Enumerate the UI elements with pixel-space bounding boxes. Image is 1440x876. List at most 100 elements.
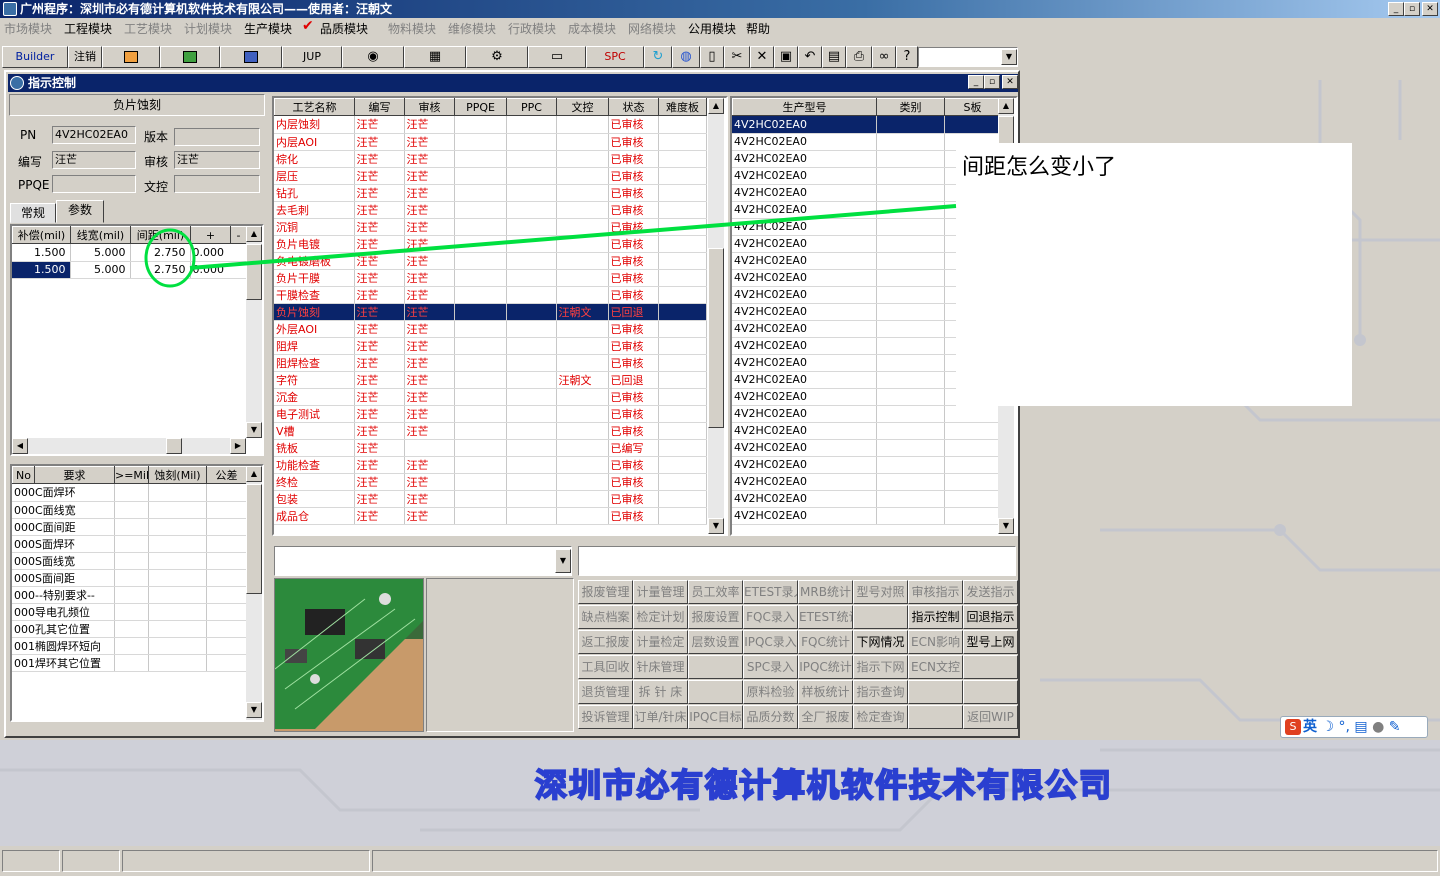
menu-item-11[interactable]: 公用模块 [688,20,736,37]
function-button[interactable]: 审核指示 [908,580,963,604]
process-writer[interactable]: 汪芒 [354,218,405,236]
req-empty-cell[interactable] [206,535,247,553]
process-status[interactable]: 已审核 [608,456,659,474]
chevron-down-icon[interactable]: ▼ [555,549,571,573]
database-button[interactable]: ▦ [404,46,466,68]
function-button[interactable]: FQC统计 [798,630,853,654]
req-empty-cell[interactable] [148,654,207,672]
reviewer-field[interactable]: 汪芒 [174,151,260,169]
logout-button[interactable]: 注销 [68,46,102,68]
model-code[interactable]: 4V2HC02EA0 [732,337,877,355]
req-cell[interactable]: 000C面焊环 [12,484,115,502]
process-difficulty[interactable] [658,303,707,321]
ime-lang[interactable]: 英 [1303,719,1317,735]
process-difficulty[interactable] [658,473,707,491]
function-button[interactable]: 工具回收 [578,655,633,679]
req-empty-cell[interactable] [206,501,247,519]
process-reviewer[interactable]: 汪芒 [404,337,455,355]
model-sboard[interactable] [944,456,1001,474]
process-difficulty[interactable] [658,201,707,219]
model-category[interactable] [876,473,945,491]
process-writer[interactable]: 汪芒 [354,167,405,185]
req-cell[interactable]: 000孔其它位置 [12,620,115,638]
model-category[interactable] [876,133,945,151]
req-empty-cell[interactable] [148,552,207,570]
process-difficulty[interactable] [658,354,707,372]
req-cell[interactable]: 000S面线宽 [12,552,115,570]
function-button[interactable]: 全厂报废 [798,705,853,729]
table-row[interactable]: 4V2HC02EA0 [732,116,1001,134]
function-button[interactable]: 报废管理 [578,580,633,604]
model-col-header[interactable]: S板 [944,98,1001,116]
process-status[interactable]: 已回退 [608,371,659,389]
param-col-header[interactable]: 间距(mil) [130,226,191,244]
process-name[interactable]: 层压 [274,167,355,185]
req-cell[interactable]: 001椭圆焊环短向 [12,637,115,655]
process-ppc[interactable] [506,320,557,338]
table-row[interactable]: 4V2HC02EA0 [732,456,1001,474]
model-category[interactable] [876,490,945,508]
req-empty-cell[interactable] [206,654,247,672]
model-category[interactable] [876,286,945,304]
model-sboard[interactable] [944,422,1001,440]
process-name[interactable]: 负片干膜 [274,269,355,287]
table-row[interactable]: 000S面间距 [12,569,247,587]
model-code[interactable]: 4V2HC02EA0 [732,286,877,304]
model-code[interactable]: 4V2HC02EA0 [732,405,877,423]
process-reviewer[interactable]: 汪芒 [404,371,455,389]
process-col-header[interactable]: 工艺名称 [274,98,355,116]
process-reviewer[interactable] [404,439,455,457]
menu-item-8[interactable]: 行政模块 [508,20,556,37]
process-col-header[interactable]: 状态 [608,98,659,116]
process-name[interactable]: 阻焊 [274,337,355,355]
process-status[interactable]: 已编写 [608,439,659,457]
process-name[interactable]: 外层AOI [274,320,355,338]
process-name[interactable]: 负片电镀 [274,235,355,253]
process-doc[interactable] [556,473,609,491]
req-empty-cell[interactable] [148,586,207,604]
process-ppc[interactable] [506,405,557,423]
function-button[interactable]: 下网情况 [853,630,908,654]
process-writer[interactable]: 汪芒 [354,269,405,287]
process-reviewer[interactable]: 汪芒 [404,201,455,219]
process-doc[interactable] [556,252,609,270]
process-difficulty[interactable] [658,269,707,287]
process-writer[interactable]: 汪芒 [354,150,405,168]
function-button[interactable]: 指示控制 [908,605,963,629]
function-button[interactable]: 订单/针床 [633,705,688,729]
process-ppqe[interactable] [454,150,507,168]
doc-field[interactable] [174,175,260,193]
computer-button[interactable]: ▭ [528,46,586,68]
process-writer[interactable]: 汪芒 [354,303,405,321]
window-maximize-button[interactable]: ▫ [984,75,1000,89]
model-col-header[interactable]: 类别 [876,98,945,116]
req-empty-cell[interactable] [148,637,207,655]
model-code[interactable]: 4V2HC02EA0 [732,133,877,151]
model-sboard[interactable] [944,490,1001,508]
req-empty-cell[interactable] [206,637,247,655]
process-writer[interactable]: 汪芒 [354,439,405,457]
left-combo[interactable]: ▼ [274,546,572,576]
model-category[interactable] [876,456,945,474]
req-empty-cell[interactable] [114,501,149,519]
function-button[interactable]: 型号对照 [853,580,908,604]
scroll-left-icon[interactable]: ◀ [12,438,28,454]
function-button[interactable]: 计量管理 [633,580,688,604]
process-status[interactable]: 已审核 [608,405,659,423]
params-grid[interactable]: 补偿(mil) 线宽(mil) 间距(mil) + - 1.500 5.000 2.750 0… [10,224,264,456]
param-col-header[interactable]: + [190,226,231,244]
process-col-header[interactable]: 难度板 [658,98,707,116]
table-row[interactable]: 000--特别要求-- [12,586,247,604]
req-empty-cell[interactable] [206,603,247,621]
process-doc[interactable] [556,320,609,338]
process-doc[interactable] [556,439,609,457]
process-difficulty[interactable] [658,507,707,525]
process-reviewer[interactable]: 汪芒 [404,388,455,406]
function-button[interactable]: ETEST录入 [743,580,798,604]
process-name[interactable]: 内层蚀刻 [274,116,355,134]
process-difficulty[interactable] [658,456,707,474]
process-difficulty[interactable] [658,150,707,168]
model-category[interactable] [876,201,945,219]
process-ppc[interactable] [506,337,557,355]
table-row[interactable]: 000C面焊环 [12,484,247,502]
